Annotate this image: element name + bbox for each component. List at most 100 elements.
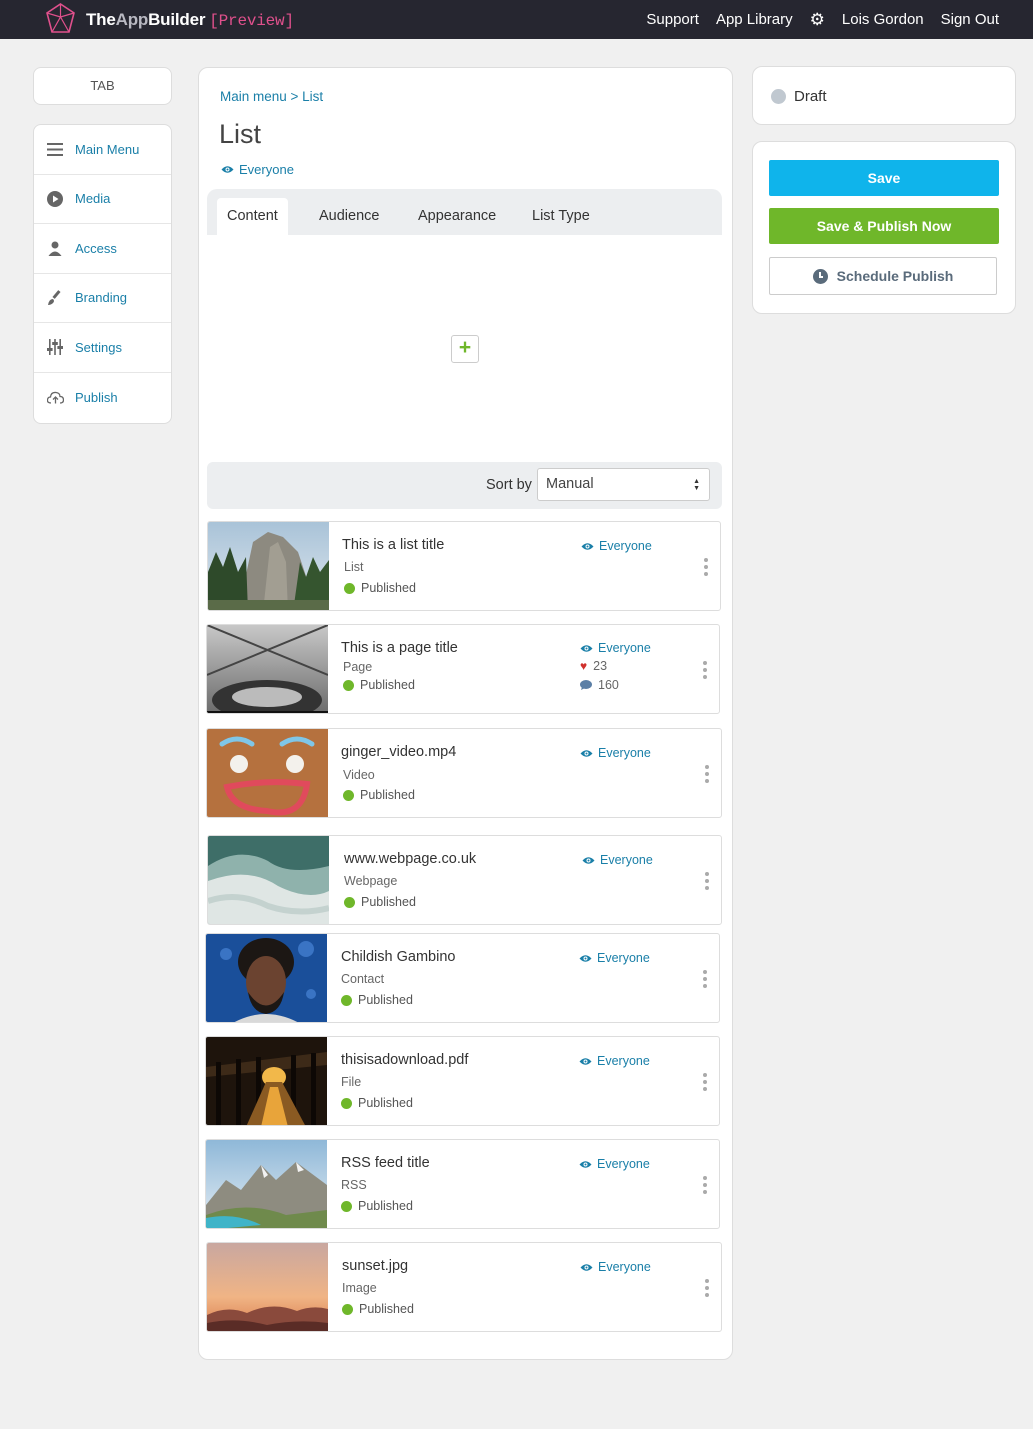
thumbnail-image <box>206 1037 327 1125</box>
status-label: Published <box>361 581 416 595</box>
user-name-link[interactable]: Lois Gordon <box>842 11 924 28</box>
list-item[interactable]: www.webpage.co.uk Webpage Published Ever… <box>207 835 722 925</box>
thumbnail-image <box>206 934 327 1022</box>
list-item[interactable]: Childish Gambino Contact Published Every… <box>205 933 720 1023</box>
sidebar-item-settings[interactable]: Settings <box>34 323 171 373</box>
list-item[interactable]: ginger_video.mp4 Video Published Everyon… <box>206 728 722 818</box>
sidebar-item-branding[interactable]: Branding <box>34 274 171 323</box>
breadcrumb[interactable]: Main menu > List <box>220 89 323 104</box>
comments-count: 160 <box>598 678 619 692</box>
add-item-button[interactable]: + <box>451 335 479 363</box>
tab-bar: Content Audience Appearance List Type <box>207 189 722 235</box>
schedule-publish-button[interactable]: Schedule Publish <box>769 257 997 295</box>
sidebar-item-main-menu[interactable]: Main Menu <box>34 125 171 175</box>
item-type: RSS <box>341 1178 367 1192</box>
item-status: Published <box>343 788 415 802</box>
save-button[interactable]: Save <box>769 160 999 196</box>
preview-tag: [Preview] <box>209 12 294 30</box>
top-nav: Support App Library ⚙ Lois Gordon Sign O… <box>629 11 999 28</box>
sign-out-link[interactable]: Sign Out <box>941 11 999 28</box>
item-title: RSS feed title <box>341 1155 430 1171</box>
list-item[interactable]: RSS feed title RSS Published Everyone <box>205 1139 720 1229</box>
sidebar-item-label: Access <box>75 240 117 256</box>
tab-selector[interactable]: TAB <box>33 67 172 105</box>
sidebar-item-publish[interactable]: Publish <box>34 373 171 423</box>
support-link[interactable]: Support <box>646 11 699 28</box>
status-dot-icon <box>343 789 354 801</box>
page-title: List <box>219 119 262 149</box>
sidebar-item-access[interactable]: Access <box>34 224 171 274</box>
brand-name[interactable]: TheAppBuilder [Preview] <box>86 10 294 30</box>
list-item[interactable]: thisisadownload.pdf File Published Every… <box>205 1036 720 1126</box>
status-badge: Draft <box>794 88 827 105</box>
thumbnail-image <box>208 522 329 610</box>
more-options-icon[interactable] <box>704 558 708 576</box>
more-options-icon[interactable] <box>705 872 709 890</box>
audience-label: Everyone <box>597 1157 650 1171</box>
status-dot-icon <box>343 679 354 691</box>
tab-list-type[interactable]: List Type <box>522 198 600 235</box>
sidebar-item-label: Media <box>75 191 111 207</box>
sort-label: Sort by <box>486 477 532 493</box>
eye-icon <box>221 166 234 173</box>
item-audience[interactable]: Everyone <box>582 853 653 867</box>
item-audience[interactable]: Everyone <box>580 641 651 655</box>
sidebar-item-label: Branding <box>75 290 128 306</box>
brush-icon <box>46 289 64 307</box>
cloud-upload-icon <box>46 388 64 406</box>
item-status: Published <box>341 993 413 1007</box>
tab-audience[interactable]: Audience <box>309 198 389 235</box>
list-item[interactable]: This is a list title List Published Ever… <box>207 521 721 611</box>
schedule-label: Schedule Publish <box>836 268 954 284</box>
more-options-icon[interactable] <box>705 1279 709 1297</box>
app-library-link[interactable]: App Library <box>716 11 793 28</box>
tab-appearance[interactable]: Appearance <box>408 198 506 235</box>
status-label: Published <box>361 895 416 909</box>
more-options-icon[interactable] <box>703 1073 707 1091</box>
user-icon <box>46 239 64 257</box>
eye-icon <box>582 856 595 864</box>
list-item[interactable]: sunset.jpg Image Published Everyone <box>206 1242 722 1332</box>
status-label: Published <box>358 1199 413 1213</box>
item-title: This is a list title <box>342 537 445 553</box>
thumbnail-image <box>207 729 328 817</box>
sort-select[interactable]: Manual ▲ ▼ <box>537 468 710 501</box>
item-audience[interactable]: Everyone <box>580 746 651 760</box>
more-options-icon[interactable] <box>703 661 707 679</box>
audience-label: Everyone <box>239 162 294 177</box>
item-audience[interactable]: Everyone <box>581 539 652 553</box>
likes-count: 23 <box>593 659 608 673</box>
tab-content[interactable]: Content <box>217 198 288 235</box>
item-status: Published <box>342 1302 414 1316</box>
item-audience[interactable]: Everyone <box>579 1157 650 1171</box>
thumbnail-image <box>207 625 328 713</box>
list-item[interactable]: This is a page title Page Published Ever… <box>206 624 720 714</box>
gear-icon[interactable]: ⚙ <box>810 11 825 28</box>
more-options-icon[interactable] <box>703 1176 707 1194</box>
audience-link[interactable]: Everyone <box>221 162 294 177</box>
heart-icon: ♥ <box>580 659 588 673</box>
sidebar-item-media[interactable]: Media <box>34 175 171 224</box>
sort-value: Manual <box>546 476 594 492</box>
item-comments: 160 <box>580 678 619 692</box>
more-options-icon[interactable] <box>705 765 709 783</box>
draft-status-icon <box>771 89 786 104</box>
item-type: List <box>344 560 364 574</box>
item-title: Childish Gambino <box>341 949 456 965</box>
item-status: Published <box>344 895 416 909</box>
eye-icon <box>579 1160 592 1168</box>
item-audience[interactable]: Everyone <box>579 1054 650 1068</box>
logo-icon[interactable] <box>45 3 76 34</box>
status-panel: Draft <box>752 66 1016 125</box>
more-options-icon[interactable] <box>703 970 707 988</box>
sidebar: Main Menu Media Access Branding Settings… <box>33 124 172 424</box>
item-audience[interactable]: Everyone <box>580 1260 651 1274</box>
save-publish-button[interactable]: Save & Publish Now <box>769 208 999 244</box>
sort-bar: Sort by Manual ▲ ▼ <box>207 462 722 509</box>
thumbnail-image <box>207 1243 328 1331</box>
status-dot-icon <box>341 1097 352 1109</box>
item-status: Published <box>341 1096 413 1110</box>
actions-panel: Save Save & Publish Now Schedule Publish <box>752 141 1016 314</box>
item-audience[interactable]: Everyone <box>579 951 650 965</box>
sidebar-item-label: Publish <box>75 389 118 405</box>
